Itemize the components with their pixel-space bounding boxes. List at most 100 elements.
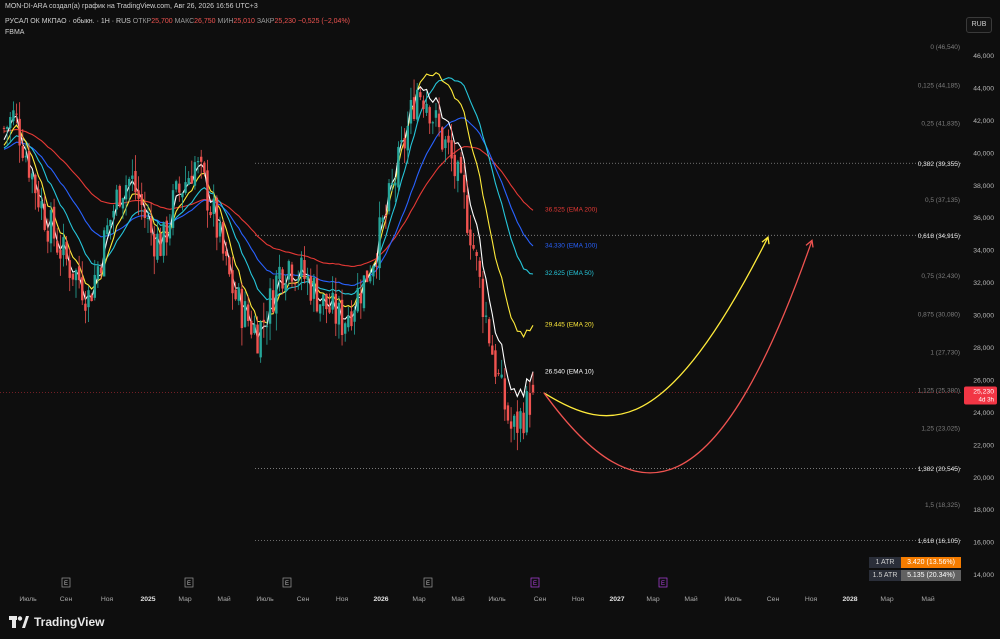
price-tick: 42,000 xyxy=(973,118,994,125)
candle-body xyxy=(390,183,394,186)
candle-body xyxy=(347,316,350,328)
candle-body xyxy=(218,222,222,237)
candle-body xyxy=(84,303,87,311)
price-axis[interactable]: 46,000 44,000 42,000 40,000 38,000 36,000 34,0… xyxy=(964,53,997,579)
candle-body xyxy=(500,374,503,378)
candle-body xyxy=(231,270,234,294)
candle-body xyxy=(68,260,71,278)
candle-body xyxy=(40,201,43,209)
candle-body xyxy=(400,140,403,143)
candle-body xyxy=(297,278,300,281)
time-tick: Ноя xyxy=(336,596,349,603)
candle-body xyxy=(43,203,46,230)
candle-body xyxy=(412,97,416,119)
time-tick: Мар xyxy=(880,596,894,603)
candle-body xyxy=(322,294,325,307)
candle-body xyxy=(65,241,68,260)
time-tick: 2027 xyxy=(609,596,624,603)
candle-body xyxy=(221,221,225,254)
ema-label: 32.625 (EMA 50) xyxy=(545,270,594,277)
candle-body xyxy=(5,127,9,129)
candle-body xyxy=(62,237,65,256)
candle-body xyxy=(519,411,522,429)
candle-body xyxy=(93,274,96,298)
candle-body xyxy=(271,290,275,313)
price-chart[interactable]: 0 (46,540) 0,125 (44,185) 0,25 (41,835) 0,3… xyxy=(0,0,1000,639)
candle-body xyxy=(18,118,21,146)
candle-body xyxy=(268,288,272,324)
candle-body xyxy=(174,181,178,190)
time-tick: Мар xyxy=(646,596,660,603)
ema-label: 34.330 (EMA 100) xyxy=(545,242,597,249)
high-label: МАКС xyxy=(174,18,195,25)
earnings-marker-label: E xyxy=(285,581,289,587)
candle-body xyxy=(381,217,384,223)
price-tick: 22,000 xyxy=(973,442,994,449)
earnings-marker-label: E xyxy=(64,581,68,587)
indicator-name[interactable]: FBMA xyxy=(5,29,24,36)
candle-body xyxy=(422,100,425,110)
candle-body xyxy=(328,307,331,313)
candle-body xyxy=(353,310,356,322)
candle-body xyxy=(425,103,428,113)
ema-line xyxy=(3,117,534,287)
candle-body xyxy=(131,175,134,179)
candle-body xyxy=(343,323,347,334)
candle-body xyxy=(306,275,309,280)
candle-body xyxy=(112,210,115,218)
time-tick: Июль xyxy=(488,596,506,603)
candle-body xyxy=(456,161,460,181)
candle-body xyxy=(146,217,150,220)
candle-body xyxy=(106,225,109,235)
candle-body xyxy=(203,162,206,173)
candle-body xyxy=(406,125,409,151)
candle-body xyxy=(318,304,322,314)
atr-row-1: 1 ATR 3.420 (13.56%) xyxy=(869,557,961,568)
candle-body xyxy=(212,198,215,214)
footer-bar xyxy=(0,610,1000,639)
fib-label: 1,5 (18,325) xyxy=(925,502,960,509)
candle-body xyxy=(369,276,372,282)
price-tick: 14,000 xyxy=(973,572,994,579)
future-earnings-label: E xyxy=(533,581,537,587)
candle-body xyxy=(156,233,159,260)
fibonacci-extension[interactable]: 0 (46,540) 0,125 (44,185) 0,25 (41,835) 0,3… xyxy=(0,44,962,545)
candle-body xyxy=(140,194,143,205)
candle-body xyxy=(300,257,303,277)
candle-body xyxy=(334,293,337,324)
candle-body xyxy=(250,320,253,335)
atr-row-2: 1.5 ATR 5.135 (20.34%) xyxy=(869,570,961,581)
candle-body xyxy=(531,384,535,393)
ema-label: 26.540 (EMA 10) xyxy=(545,369,594,376)
close-value: 25,230 xyxy=(274,18,296,25)
time-tick: Ноя xyxy=(101,596,114,603)
candle-body xyxy=(491,345,494,355)
price-tick: 40,000 xyxy=(973,150,994,157)
candle-body xyxy=(481,278,485,318)
candle-body xyxy=(12,110,15,122)
candle-body xyxy=(37,189,40,208)
candle-body xyxy=(350,311,353,327)
candle-body xyxy=(494,350,497,377)
moving-averages: 36.525 (EMA 200) 34.330 (EMA 100) 32.625 (… xyxy=(3,72,597,399)
fib-label: 0,125 (44,185) xyxy=(918,82,960,89)
symbol-legend[interactable]: РУСАЛ ОК МКПАО · обыкн. · 1H · RUS ОТКР2… xyxy=(5,18,350,25)
time-tick: Ноя xyxy=(572,596,585,603)
time-axis[interactable]: Июль Сен Ноя 2025 Мар Май Июль Сен Ноя 2026 Мар Май… xyxy=(19,577,935,603)
time-tick: Июль xyxy=(19,596,37,603)
candle-body xyxy=(190,175,194,184)
last-price-timer: 4d 3h xyxy=(979,396,995,403)
candle-body xyxy=(325,293,328,310)
candle-body xyxy=(513,415,516,427)
earnings-marker-label: E xyxy=(426,581,430,587)
candle-body xyxy=(284,283,287,291)
candle-body xyxy=(21,146,24,158)
candle-body xyxy=(403,138,406,149)
candle-body xyxy=(215,197,219,238)
currency-button[interactable]: RUB xyxy=(966,17,992,33)
tradingview-logo[interactable]: TradingView xyxy=(9,615,104,629)
candle-body xyxy=(59,250,62,259)
candle-body xyxy=(434,110,438,118)
low-label: МИН xyxy=(217,18,234,25)
candle-body xyxy=(497,373,500,375)
